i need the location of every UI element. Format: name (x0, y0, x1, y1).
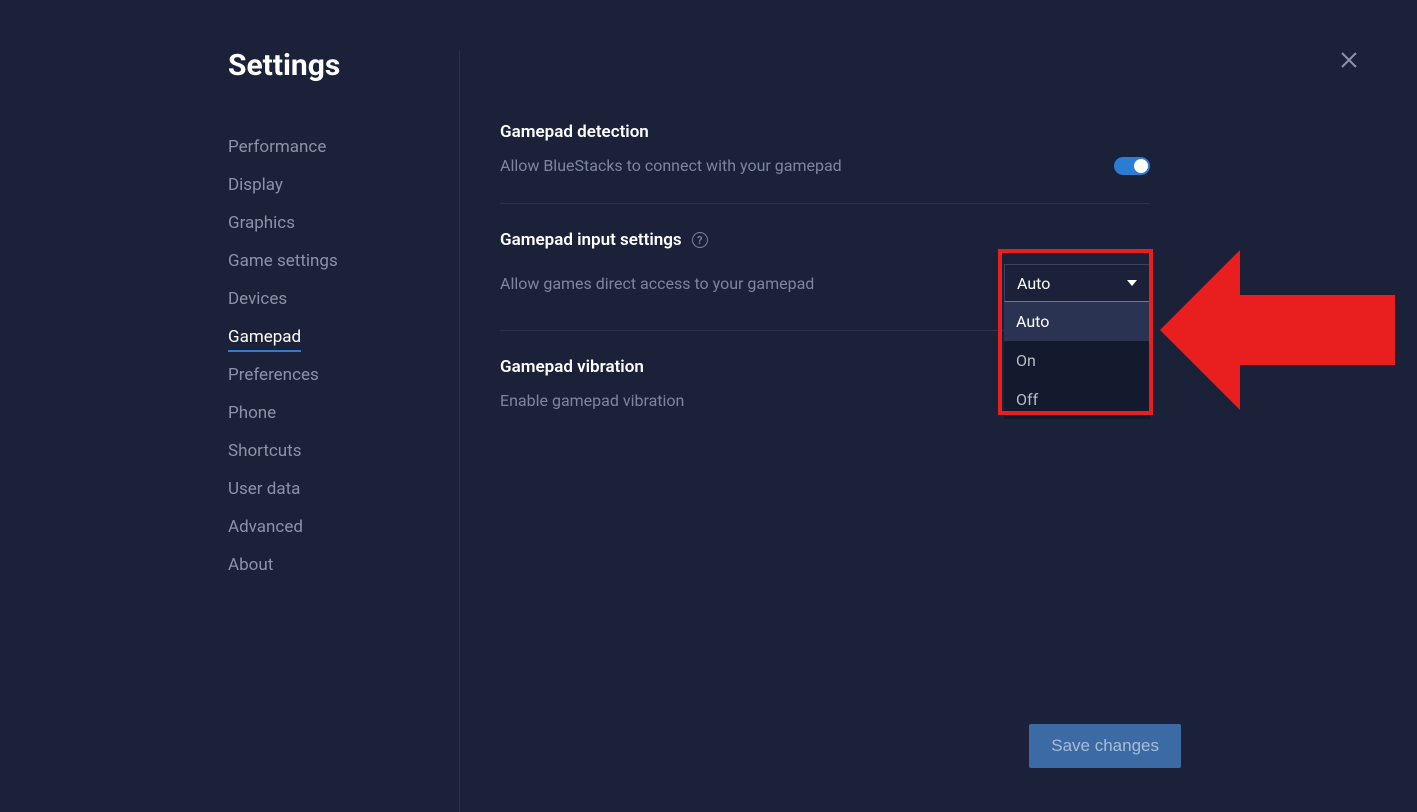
close-button[interactable] (1337, 48, 1361, 72)
dropdown-option-auto[interactable]: Auto (1004, 302, 1150, 341)
sidebar-item-shortcuts[interactable]: Shortcuts (228, 432, 459, 470)
section-title: Gamepad input settings ? (500, 230, 1150, 250)
sidebar-item-label: Phone (228, 403, 276, 423)
sidebar-item-label: Preferences (228, 365, 319, 385)
sidebar-item-label: About (228, 555, 273, 575)
sidebar-item-display[interactable]: Display (228, 166, 459, 204)
dropdown-selected: Auto (1017, 274, 1050, 293)
dropdown-options-list: Auto On Off (1004, 302, 1150, 419)
gamepad-input-dropdown-wrapper: Auto Auto On Off (1004, 264, 1150, 302)
sidebar-item-label: Advanced (228, 517, 303, 537)
sidebar-item-graphics[interactable]: Graphics (228, 204, 459, 242)
sidebar-item-game-settings[interactable]: Game settings (228, 242, 459, 280)
help-icon[interactable]: ? (692, 232, 708, 248)
section-description: Allow games direct access to your gamepa… (500, 274, 814, 293)
section-title-text: Gamepad input settings (500, 230, 682, 250)
sidebar-item-label: Game settings (228, 251, 338, 271)
section-description: Enable gamepad vibration (500, 391, 684, 410)
toggle-knob (1134, 159, 1148, 173)
sidebar-item-advanced[interactable]: Advanced (228, 508, 459, 546)
sidebar-item-label: Shortcuts (228, 441, 302, 461)
section-gamepad-detection: Gamepad detection Allow BlueStacks to co… (500, 122, 1150, 204)
sidebar-item-about[interactable]: About (228, 546, 459, 584)
sidebar-item-label: Graphics (228, 213, 295, 233)
sidebar-item-label: Gamepad (228, 327, 301, 352)
gamepad-detection-toggle[interactable] (1114, 157, 1150, 175)
gamepad-input-dropdown[interactable]: Auto (1004, 264, 1150, 302)
sidebar-item-preferences[interactable]: Preferences (228, 356, 459, 394)
section-title: Gamepad detection (500, 122, 1150, 142)
save-changes-button[interactable]: Save changes (1029, 724, 1181, 768)
close-icon (1340, 51, 1358, 69)
section-gamepad-input: Gamepad input settings ? Allow games dir… (500, 230, 1150, 331)
page-title: Settings (228, 48, 340, 83)
sidebar-item-label: Devices (228, 289, 287, 309)
section-description: Allow BlueStacks to connect with your ga… (500, 156, 842, 175)
sidebar-item-user-data[interactable]: User data (228, 470, 459, 508)
settings-main-content: Gamepad detection Allow BlueStacks to co… (460, 50, 1417, 812)
sidebar-item-label: User data (228, 479, 300, 499)
sidebar-item-devices[interactable]: Devices (228, 280, 459, 318)
dropdown-option-on[interactable]: On (1004, 341, 1150, 380)
dropdown-option-off[interactable]: Off (1004, 380, 1150, 419)
settings-sidebar: Performance Display Graphics Game settin… (228, 50, 460, 812)
sidebar-item-gamepad[interactable]: Gamepad (228, 318, 459, 356)
sidebar-item-label: Display (228, 175, 283, 195)
sidebar-item-performance[interactable]: Performance (228, 128, 459, 166)
sidebar-item-phone[interactable]: Phone (228, 394, 459, 432)
sidebar-item-label: Performance (228, 137, 326, 157)
chevron-down-icon (1127, 280, 1137, 286)
